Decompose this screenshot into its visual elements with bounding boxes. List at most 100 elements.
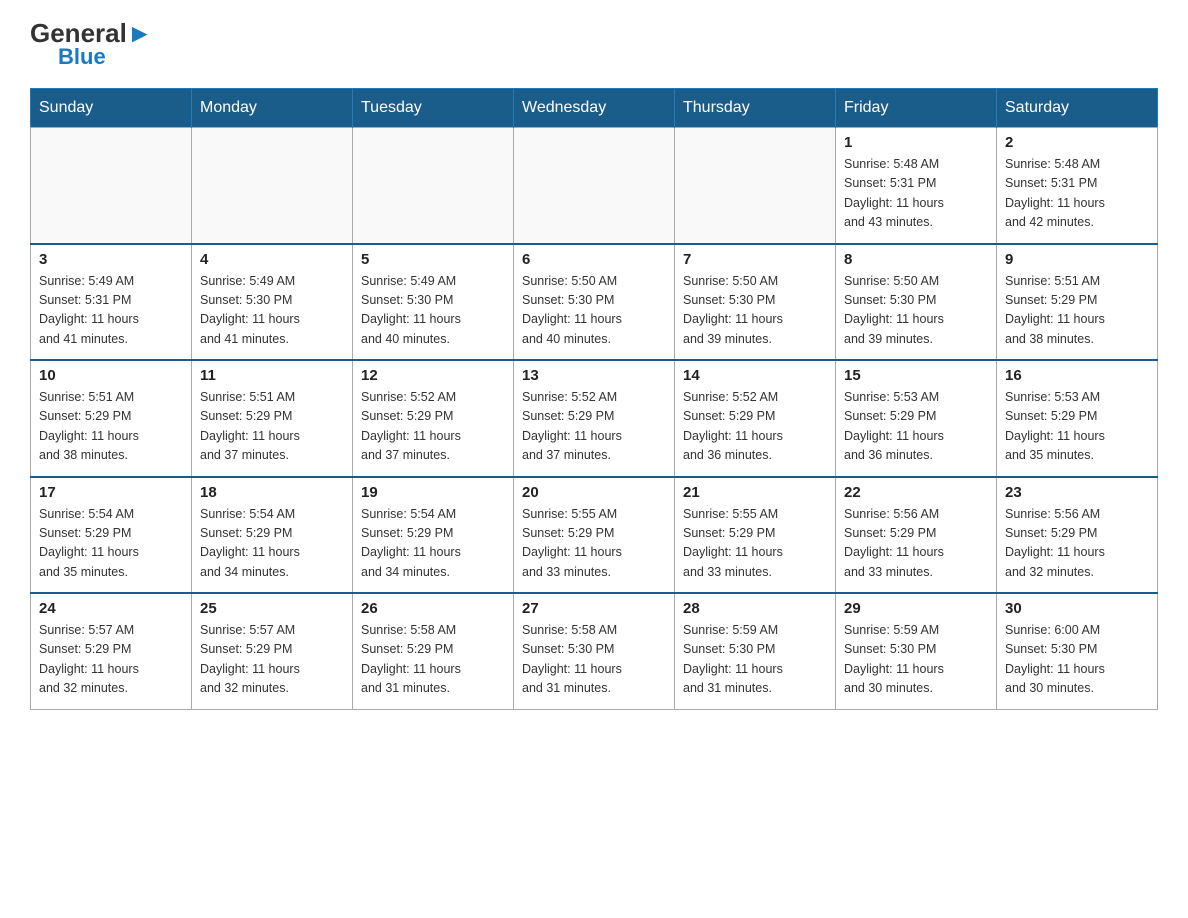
- calendar-cell: 27Sunrise: 5:58 AMSunset: 5:30 PMDayligh…: [514, 593, 675, 709]
- day-number: 28: [683, 600, 827, 617]
- calendar-week-row: 24Sunrise: 5:57 AMSunset: 5:29 PMDayligh…: [31, 593, 1158, 709]
- sun-info: Sunrise: 5:54 AMSunset: 5:29 PMDaylight:…: [200, 505, 344, 583]
- sun-info: Sunrise: 5:50 AMSunset: 5:30 PMDaylight:…: [683, 272, 827, 350]
- day-number: 5: [361, 251, 505, 268]
- calendar-cell: 5 Sunrise: 5:49 AMSunset: 5:30 PMDaylight…: [353, 244, 514, 361]
- day-number: 16: [1005, 367, 1149, 384]
- weekday-header-thursday: Thursday: [675, 89, 836, 128]
- day-number: 21: [683, 484, 827, 501]
- sun-info: Sunrise: 5:49 AMSunset: 5:30 PMDaylight:…: [361, 272, 505, 350]
- sun-info: Sunrise: 5:50 AMSunset: 5:30 PMDaylight:…: [844, 272, 988, 350]
- calendar-cell: 19 Sunrise: 5:54 AMSunset: 5:29 PMDayligh…: [353, 477, 514, 594]
- calendar-cell: 9 Sunrise: 5:51 AMSunset: 5:29 PMDaylight…: [997, 244, 1158, 361]
- day-number: 19: [361, 484, 505, 501]
- day-number: 29: [844, 600, 988, 617]
- sun-info: Sunrise: 5:56 AMSunset: 5:29 PMDaylight:…: [844, 505, 988, 583]
- calendar-cell: 6 Sunrise: 5:50 AMSunset: 5:30 PMDaylight…: [514, 244, 675, 361]
- day-number: 2: [1005, 134, 1149, 151]
- logo-triangle: ►: [127, 18, 153, 48]
- sun-info: Sunrise: 5:49 AMSunset: 5:30 PMDaylight:…: [200, 272, 344, 350]
- calendar-cell: 16 Sunrise: 5:53 AMSunset: 5:29 PMDayligh…: [997, 360, 1158, 477]
- calendar-cell: 23Sunrise: 5:56 AMSunset: 5:29 PMDayligh…: [997, 477, 1158, 594]
- day-number: 9: [1005, 251, 1149, 268]
- calendar-cell: 2 Sunrise: 5:48 AMSunset: 5:31 PMDaylight…: [997, 128, 1158, 244]
- day-number: 14: [683, 367, 827, 384]
- calendar-cell: 21 Sunrise: 5:55 AMSunset: 5:29 PMDayligh…: [675, 477, 836, 594]
- sun-info: Sunrise: 5:50 AMSunset: 5:30 PMDaylight:…: [522, 272, 666, 350]
- weekday-header-friday: Friday: [836, 89, 997, 128]
- calendar-cell: 24Sunrise: 5:57 AMSunset: 5:29 PMDayligh…: [31, 593, 192, 709]
- weekday-header-tuesday: Tuesday: [353, 89, 514, 128]
- calendar-cell: [514, 128, 675, 244]
- day-number: 11: [200, 367, 344, 384]
- sun-info: Sunrise: 5:55 AMSunset: 5:29 PMDaylight:…: [683, 505, 827, 583]
- calendar-week-row: 3 Sunrise: 5:49 AMSunset: 5:31 PMDaylight…: [31, 244, 1158, 361]
- day-number: 15: [844, 367, 988, 384]
- sun-info: Sunrise: 5:48 AMSunset: 5:31 PMDaylight:…: [1005, 155, 1149, 233]
- calendar-cell: 8Sunrise: 5:50 AMSunset: 5:30 PMDaylight…: [836, 244, 997, 361]
- page-header: General► Blue: [30, 20, 1158, 68]
- calendar-cell: 15 Sunrise: 5:53 AMSunset: 5:29 PMDayligh…: [836, 360, 997, 477]
- calendar-cell: 3 Sunrise: 5:49 AMSunset: 5:31 PMDaylight…: [31, 244, 192, 361]
- calendar-cell: 18 Sunrise: 5:54 AMSunset: 5:29 PMDayligh…: [192, 477, 353, 594]
- day-number: 17: [39, 484, 183, 501]
- calendar-cell: 29Sunrise: 5:59 AMSunset: 5:30 PMDayligh…: [836, 593, 997, 709]
- weekday-header-saturday: Saturday: [997, 89, 1158, 128]
- logo-text-general: General►: [30, 20, 153, 46]
- sun-info: Sunrise: 5:54 AMSunset: 5:29 PMDaylight:…: [361, 505, 505, 583]
- sun-info: Sunrise: 5:52 AMSunset: 5:29 PMDaylight:…: [522, 388, 666, 466]
- calendar-cell: 14 Sunrise: 5:52 AMSunset: 5:29 PMDayligh…: [675, 360, 836, 477]
- calendar-cell: 26 Sunrise: 5:58 AMSunset: 5:29 PMDayligh…: [353, 593, 514, 709]
- calendar-cell: [31, 128, 192, 244]
- calendar-cell: 22 Sunrise: 5:56 AMSunset: 5:29 PMDayligh…: [836, 477, 997, 594]
- calendar-cell: 7Sunrise: 5:50 AMSunset: 5:30 PMDaylight…: [675, 244, 836, 361]
- calendar-cell: 11 Sunrise: 5:51 AMSunset: 5:29 PMDayligh…: [192, 360, 353, 477]
- calendar-cell: [192, 128, 353, 244]
- calendar-cell: [675, 128, 836, 244]
- calendar-cell: 1 Sunrise: 5:48 AMSunset: 5:31 PMDaylight…: [836, 128, 997, 244]
- day-number: 20: [522, 484, 666, 501]
- calendar-table: SundayMondayTuesdayWednesdayThursdayFrid…: [30, 88, 1158, 710]
- sun-info: Sunrise: 5:59 AMSunset: 5:30 PMDaylight:…: [683, 621, 827, 699]
- day-number: 23: [1005, 484, 1149, 501]
- sun-info: Sunrise: 5:51 AMSunset: 5:29 PMDaylight:…: [39, 388, 183, 466]
- sun-info: Sunrise: 5:48 AMSunset: 5:31 PMDaylight:…: [844, 155, 988, 233]
- calendar-cell: 28 Sunrise: 5:59 AMSunset: 5:30 PMDayligh…: [675, 593, 836, 709]
- calendar-week-row: 10 Sunrise: 5:51 AMSunset: 5:29 PMDayligh…: [31, 360, 1158, 477]
- calendar-cell: 12Sunrise: 5:52 AMSunset: 5:29 PMDayligh…: [353, 360, 514, 477]
- day-number: 4: [200, 251, 344, 268]
- day-number: 13: [522, 367, 666, 384]
- weekday-header-row: SundayMondayTuesdayWednesdayThursdayFrid…: [31, 89, 1158, 128]
- day-number: 30: [1005, 600, 1149, 617]
- day-number: 3: [39, 251, 183, 268]
- sun-info: Sunrise: 5:53 AMSunset: 5:29 PMDaylight:…: [1005, 388, 1149, 466]
- calendar-cell: 25 Sunrise: 5:57 AMSunset: 5:29 PMDayligh…: [192, 593, 353, 709]
- sun-info: Sunrise: 6:00 AMSunset: 5:30 PMDaylight:…: [1005, 621, 1149, 699]
- calendar-week-row: 17 Sunrise: 5:54 AMSunset: 5:29 PMDayligh…: [31, 477, 1158, 594]
- calendar-cell: 30 Sunrise: 6:00 AMSunset: 5:30 PMDayligh…: [997, 593, 1158, 709]
- calendar-cell: 17 Sunrise: 5:54 AMSunset: 5:29 PMDayligh…: [31, 477, 192, 594]
- day-number: 25: [200, 600, 344, 617]
- calendar-cell: [353, 128, 514, 244]
- day-number: 12: [361, 367, 505, 384]
- day-number: 1: [844, 134, 988, 151]
- sun-info: Sunrise: 5:53 AMSunset: 5:29 PMDaylight:…: [844, 388, 988, 466]
- sun-info: Sunrise: 5:57 AMSunset: 5:29 PMDaylight:…: [200, 621, 344, 699]
- sun-info: Sunrise: 5:51 AMSunset: 5:29 PMDaylight:…: [200, 388, 344, 466]
- sun-info: Sunrise: 5:51 AMSunset: 5:29 PMDaylight:…: [1005, 272, 1149, 350]
- calendar-week-row: 1 Sunrise: 5:48 AMSunset: 5:31 PMDaylight…: [31, 128, 1158, 244]
- sun-info: Sunrise: 5:52 AMSunset: 5:29 PMDaylight:…: [683, 388, 827, 466]
- day-number: 27: [522, 600, 666, 617]
- logo-text-blue: Blue: [58, 46, 106, 68]
- sun-info: Sunrise: 5:54 AMSunset: 5:29 PMDaylight:…: [39, 505, 183, 583]
- day-number: 10: [39, 367, 183, 384]
- sun-info: Sunrise: 5:55 AMSunset: 5:29 PMDaylight:…: [522, 505, 666, 583]
- day-number: 22: [844, 484, 988, 501]
- sun-info: Sunrise: 5:58 AMSunset: 5:29 PMDaylight:…: [361, 621, 505, 699]
- day-number: 18: [200, 484, 344, 501]
- sun-info: Sunrise: 5:49 AMSunset: 5:31 PMDaylight:…: [39, 272, 183, 350]
- weekday-header-monday: Monday: [192, 89, 353, 128]
- day-number: 26: [361, 600, 505, 617]
- calendar-cell: 4 Sunrise: 5:49 AMSunset: 5:30 PMDaylight…: [192, 244, 353, 361]
- day-number: 6: [522, 251, 666, 268]
